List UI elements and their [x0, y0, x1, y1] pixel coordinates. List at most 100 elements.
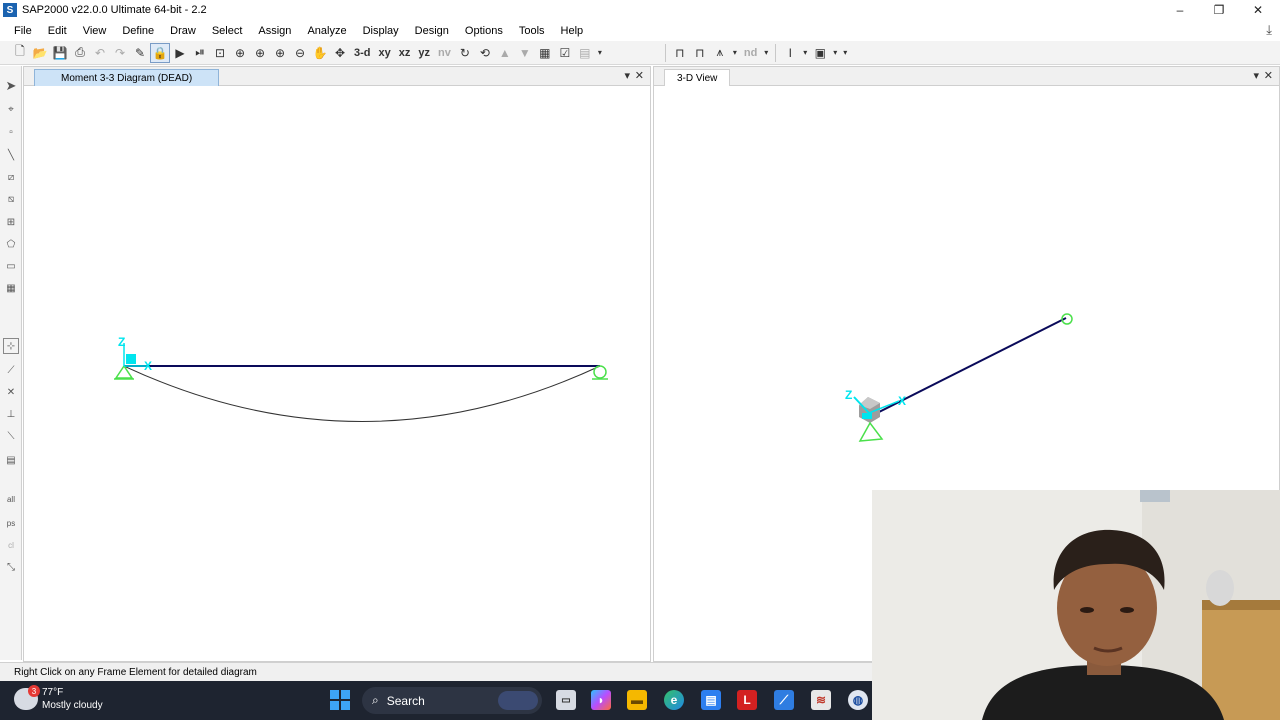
- tab-moment-diagram[interactable]: Moment 3-3 Diagram (DEAD): [34, 69, 220, 86]
- perspective-icon[interactable]: ⟲: [475, 43, 495, 63]
- layers-app-icon[interactable]: ≋: [811, 690, 831, 710]
- run-analysis-icon[interactable]: ▶: [170, 43, 190, 63]
- draw-rect-area-icon[interactable]: ▭: [3, 258, 19, 274]
- lock-icon[interactable]: 🔒: [150, 42, 170, 63]
- draw-joint-icon[interactable]: ▫: [3, 124, 19, 140]
- menu-tools[interactable]: Tools: [511, 25, 553, 37]
- redo-icon[interactable]: ↷: [110, 43, 130, 63]
- tab-3d-view[interactable]: 3-D View: [664, 69, 731, 86]
- quick-area-icon[interactable]: ▦: [3, 280, 19, 296]
- microsoft-store-icon[interactable]: ▤: [701, 690, 721, 710]
- menu-select[interactable]: Select: [204, 25, 251, 37]
- pane-menu-chevron-icon[interactable]: ▾: [1253, 69, 1259, 82]
- view-3d-button[interactable]: 3-d: [350, 43, 375, 63]
- frame-icon[interactable]: ⊓: [670, 43, 690, 63]
- pane-menu-chevron-icon[interactable]: ▾: [624, 69, 630, 82]
- menu-draw[interactable]: Draw: [162, 25, 204, 37]
- menu-view[interactable]: View: [75, 25, 115, 37]
- snap-perpendicular-icon[interactable]: ⊥: [3, 406, 19, 422]
- file-explorer-icon[interactable]: ▬: [627, 690, 647, 710]
- grid-options-icon[interactable]: ▦: [535, 43, 555, 63]
- pan-icon[interactable]: ✋: [310, 43, 330, 63]
- dropdown-icon[interactable]: ▾: [840, 43, 850, 63]
- intersecting-line-icon[interactable]: ⤡: [3, 559, 19, 575]
- dropdown-icon[interactable]: ▾: [761, 43, 771, 63]
- move-up-icon[interactable]: ▲: [495, 43, 515, 63]
- taskbar-search[interactable]: ⌕ Search: [362, 687, 542, 714]
- windows-start-button[interactable]: [330, 690, 350, 710]
- pinned-app-l-icon[interactable]: L: [737, 690, 757, 710]
- snap-joints-icon[interactable]: ⊹: [3, 338, 19, 354]
- dropdown-icon[interactable]: ▾: [595, 43, 605, 63]
- zoom-window-icon[interactable]: ⊡: [210, 43, 230, 63]
- view-nv-button[interactable]: nv: [434, 43, 455, 63]
- menu-display[interactable]: Display: [355, 25, 407, 37]
- draw-special-icon[interactable]: ⊞: [3, 214, 19, 230]
- frame-truss-icon[interactable]: ⩚: [710, 43, 730, 63]
- section-i-icon[interactable]: I: [780, 43, 800, 63]
- zoom-out-icon[interactable]: ⊖: [290, 43, 310, 63]
- weather-widget[interactable]: 3 77°F Mostly cloudy: [14, 685, 103, 712]
- new-model-icon[interactable]: 🗋: [10, 43, 30, 63]
- snap-midpoint-icon[interactable]: ⟋: [3, 362, 19, 378]
- pane-close-icon[interactable]: ✕: [1264, 69, 1273, 82]
- minimize-icon[interactable]: –: [1160, 0, 1200, 20]
- clear-select-icon[interactable]: cl: [3, 537, 19, 553]
- select-all-icon[interactable]: all: [3, 491, 19, 507]
- set-display-icon[interactable]: ▤: [575, 43, 595, 63]
- task-view-icon[interactable]: ▭: [556, 690, 576, 710]
- area-section-icon[interactable]: ▣: [810, 43, 830, 63]
- menu-define[interactable]: Define: [114, 25, 162, 37]
- copilot-icon[interactable]: ◗: [591, 690, 611, 710]
- restore-icon[interactable]: ❐: [1199, 0, 1239, 20]
- move-down-icon[interactable]: ▼: [515, 43, 535, 63]
- menu-edit[interactable]: Edit: [40, 25, 75, 37]
- menu-design[interactable]: Design: [407, 25, 457, 37]
- edge-browser-icon[interactable]: e: [664, 690, 684, 710]
- dropdown-icon[interactable]: ▾: [830, 43, 840, 63]
- save-icon[interactable]: 💾: [50, 43, 70, 63]
- close-icon[interactable]: ✕: [1238, 0, 1278, 20]
- sap2000-taskbar-icon[interactable]: ⟋: [774, 690, 794, 710]
- pointer-pan-icon[interactable]: ✥: [330, 43, 350, 63]
- select-pointer-icon[interactable]: ➤: [3, 78, 19, 94]
- draw-poly-area-icon[interactable]: ⬠: [3, 236, 19, 252]
- print-icon[interactable]: ⎙: [70, 43, 90, 63]
- search-label: Search: [386, 693, 425, 708]
- undo-icon[interactable]: ↶: [90, 43, 110, 63]
- zoom-in-icon[interactable]: ⊕: [250, 43, 270, 63]
- moment-diagram-pane[interactable]: Moment 3-3 Diagram (DEAD) ▾ ✕ Z X: [23, 66, 651, 662]
- view-yz-button[interactable]: yz: [414, 43, 434, 63]
- menu-help[interactable]: Help: [553, 25, 592, 37]
- view-xz-button[interactable]: xz: [395, 43, 415, 63]
- dropdown-icon[interactable]: ▾: [730, 43, 740, 63]
- frame-braced-icon[interactable]: ⊓: [690, 43, 710, 63]
- quick-frame-icon[interactable]: ⧄: [3, 169, 19, 185]
- check-icon[interactable]: ☑: [555, 43, 575, 63]
- reshaper-icon[interactable]: ⌖: [3, 101, 19, 117]
- snap-grid-icon[interactable]: ▤: [3, 452, 19, 468]
- previous-select-icon[interactable]: ps: [3, 515, 19, 531]
- moment-diagram-canvas[interactable]: Z X: [24, 87, 650, 661]
- draw-brace-icon[interactable]: ⧅: [3, 191, 19, 207]
- menu-file[interactable]: File: [6, 25, 40, 37]
- dropdown-icon[interactable]: ▾: [800, 43, 810, 63]
- menu-options[interactable]: Options: [457, 25, 511, 37]
- refresh-view-icon[interactable]: ✎: [130, 43, 150, 63]
- menu-analyze[interactable]: Analyze: [299, 25, 354, 37]
- view-xy-button[interactable]: xy: [375, 43, 395, 63]
- menu-assign[interactable]: Assign: [250, 25, 299, 37]
- draw-frame-icon[interactable]: ╲: [3, 147, 19, 163]
- download-icon[interactable]: ⤓: [1266, 22, 1272, 38]
- globe-app-icon[interactable]: ◍: [848, 690, 868, 710]
- rotate-view-icon[interactable]: ↻: [455, 43, 475, 63]
- run-now-icon[interactable]: ⏯: [190, 43, 210, 63]
- nd-button[interactable]: nd: [740, 43, 761, 63]
- zoom-in-step-icon[interactable]: ⊕: [270, 43, 290, 63]
- snap-extension-icon[interactable]: ⟍: [3, 428, 19, 444]
- snap-intersection-icon[interactable]: ✕: [3, 384, 19, 400]
- pane-close-icon[interactable]: ✕: [635, 69, 644, 82]
- zoom-full-icon[interactable]: ⊕: [230, 43, 250, 63]
- open-model-icon[interactable]: 📂: [30, 43, 50, 63]
- sap2000-app-icon: S: [3, 3, 17, 17]
